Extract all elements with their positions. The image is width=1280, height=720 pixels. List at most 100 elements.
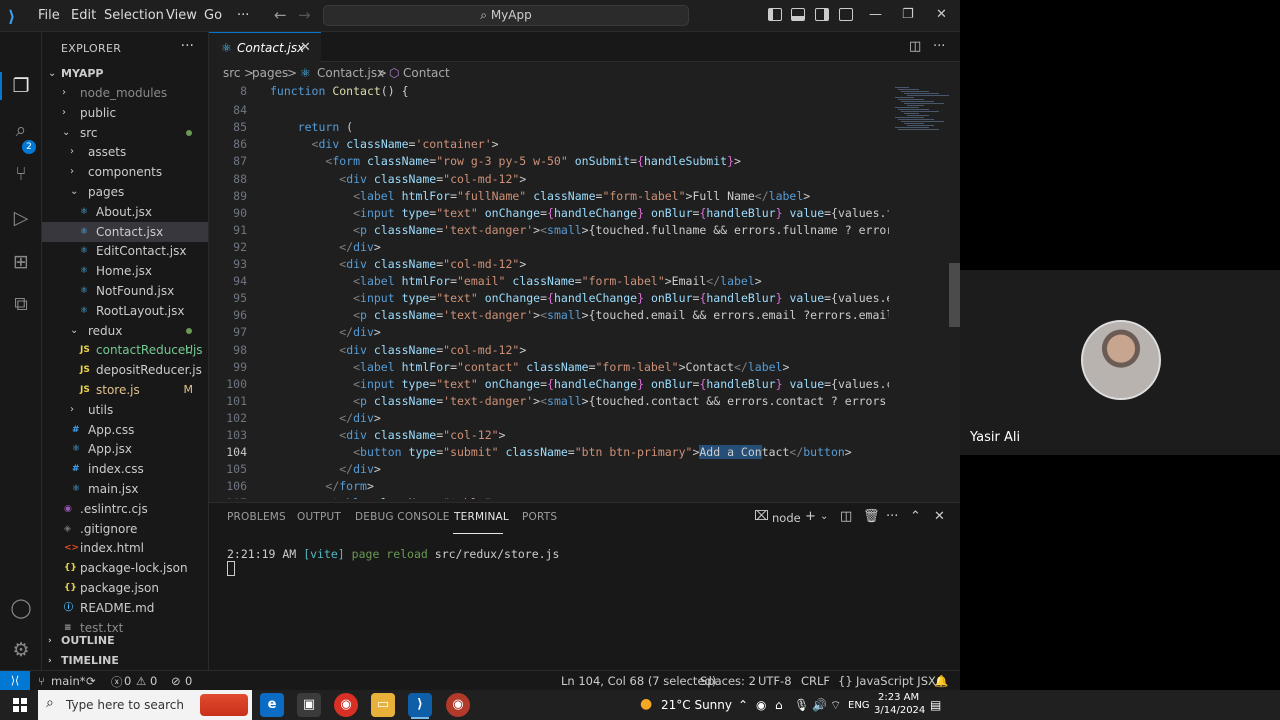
source-control-icon[interactable]: ⑂ [9,162,33,186]
clock-time[interactable]: 2:23 AM [878,692,919,703]
code-line[interactable]: </div> [270,411,381,425]
tray-app-icon[interactable]: ◉ [756,698,766,712]
code-line[interactable]: <form className="row g-3 py-5 w-50" onSu… [270,154,741,168]
breadcrumb-pages[interactable]: pages [252,63,288,83]
breadcrumb-src[interactable]: src [223,63,241,83]
tab-debug-console[interactable]: DEBUG CONSOLE [355,511,450,523]
tree-item[interactable]: ⚛ Contact.jsx [42,221,208,242]
trash-icon[interactable]: 🗑 [863,509,880,524]
tree-item[interactable]: › public [42,103,208,123]
code-line[interactable]: return ( [270,120,353,134]
tree-item[interactable]: # index.css [42,459,208,479]
menu-go[interactable]: Go [204,8,222,23]
chevron-down-icon[interactable]: ⌄ [820,511,828,522]
maximize-panel-icon[interactable]: ⌃ [910,509,921,524]
tree-item[interactable]: ⚛ EditContact.jsx [42,241,208,261]
code-line[interactable]: <input type="text" onChange={handleChang… [270,291,889,305]
encoding[interactable]: UTF-8 [758,674,792,688]
code-line[interactable]: </div> [270,240,381,254]
extensions-icon[interactable]: ⊞ [9,250,33,274]
code-line[interactable]: <div className="col-md-12"> [270,257,526,271]
tray-chevron-icon[interactable]: ⌃ [738,698,748,712]
cursor-position[interactable]: Ln 104, Col 68 (7 selected) [561,674,716,688]
code-line[interactable]: </div> [270,325,381,339]
back-arrow-icon[interactable]: ← [274,6,287,24]
language-mode[interactable]: JavaScript JSX [856,674,936,688]
more-actions-icon[interactable]: ··· [181,38,194,54]
code-line[interactable]: <label htmlFor="contact" className="form… [270,360,789,374]
tree-item[interactable]: ⚛ App.jsx [42,439,208,459]
tray-network-icon[interactable]: ⌂ [775,698,783,712]
code-editor[interactable]: 8 function Contact() {84 85 return (86 <di… [209,83,889,499]
tree-item[interactable]: {} package-lock.json [42,558,208,578]
error-count[interactable]: 0 [124,674,131,688]
tray-speaker-icon[interactable]: 🔊 [812,698,827,712]
menu-more[interactable]: ··· [237,8,249,23]
toggle-panel-icon[interactable] [791,8,805,21]
settings-gear-icon[interactable]: ⚙ [9,638,33,662]
code-line[interactable]: <p className='text-danger'><small>{touch… [270,308,889,322]
search-icon[interactable]: ⌕ [9,118,33,142]
remote-indicator-icon[interactable]: ⟩⟨ [0,671,30,691]
toggle-secondary-sidebar-icon[interactable] [815,8,829,21]
terminal-name[interactable]: node [772,511,801,525]
minimize-button[interactable]: — [869,7,882,22]
sync-icon[interactable]: ⟳ [86,674,96,688]
scrollbar-thumb[interactable] [949,263,960,327]
chrome-icon[interactable]: ◉ [334,693,358,717]
code-line[interactable]: <p className='text-danger'><small>{touch… [270,223,889,237]
code-line[interactable]: <button type="submit" className="btn btn… [270,445,852,460]
code-line[interactable]: <input type="text" onChange={handleChang… [270,206,889,220]
code-line[interactable]: <div className="col-md-12"> [270,172,526,186]
notification-center-icon[interactable]: ▤ [930,698,941,712]
tree-item[interactable]: ⚛ NotFound.jsx [42,281,208,301]
code-line[interactable]: <div className="col-12"> [270,428,505,442]
tree-item[interactable]: JS depositReducer.js [42,360,208,380]
close-panel-icon[interactable]: ✕ [934,509,945,524]
windows-start-icon[interactable] [13,698,27,712]
minimap[interactable] [889,83,949,499]
forward-arrow-icon[interactable]: → [298,6,311,24]
tab-output[interactable]: OUTPUT [297,511,341,523]
tree-item[interactable]: ⚛ main.jsx [42,479,208,499]
command-center-search[interactable]: ⌕ MyApp [323,5,689,26]
tab-contact-jsx[interactable]: ⚛ Contact.jsx ✕ [209,32,321,62]
tab-terminal[interactable]: TERMINAL [454,511,509,523]
menu-selection[interactable]: Selection [104,8,164,23]
code-line[interactable]: <label htmlFor="fullName" className="for… [270,189,810,203]
tree-item[interactable]: ⌄ src [42,123,208,143]
new-terminal-icon[interactable]: + [805,509,816,524]
tree-item[interactable]: ⚛ RootLayout.jsx [42,301,208,321]
customize-layout-icon[interactable] [839,8,853,21]
tree-item[interactable]: ⚛ About.jsx [42,202,208,222]
clock-date[interactable]: 3/14/2024 [874,705,925,716]
notification-bell-icon[interactable]: 🔔 [934,674,948,688]
tray-mic-icon[interactable]: 🎙 [794,698,809,712]
tree-item[interactable]: JS contactReducer.js U [42,340,208,360]
app-icon[interactable]: ▣ [297,693,321,717]
editor-scrollbar[interactable] [949,83,960,499]
code-line[interactable]: <div className='container'> [270,137,499,151]
timeline-section[interactable]: › TIMELINE [42,651,208,671]
code-line[interactable]: function Contact() { [270,84,409,98]
code-line[interactable]: <label htmlFor="email" className="form-l… [270,274,762,288]
branch-name[interactable]: main* [51,674,85,688]
menu-edit[interactable]: Edit [71,8,96,23]
outline-section[interactable]: › OUTLINE [42,631,208,651]
code-line[interactable]: <div className="col-md-12"> [270,343,526,357]
close-tab-icon[interactable]: ✕ [300,40,311,55]
tree-item[interactable]: JS store.js M [42,380,208,400]
tree-item[interactable]: ⌄ redux [42,321,208,341]
language-indicator[interactable]: ENG [848,700,870,711]
weather-text[interactable]: 21°C Sunny [661,698,732,712]
panel-more-icon[interactable]: ··· [886,509,898,524]
code-line[interactable]: <p className='text-danger'><small>{touch… [270,394,889,408]
breadcrumb-file[interactable]: Contact.jsx [317,63,384,83]
run-debug-icon[interactable]: ▷ [9,206,33,230]
chrome-profile-icon[interactable]: ◉ [446,693,470,717]
menu-view[interactable]: View [166,8,197,23]
editor-more-icon[interactable]: ··· [933,39,945,54]
tree-item[interactable]: ⚛ Home.jsx [42,261,208,281]
tree-item[interactable]: ⌄ pages [42,182,208,202]
tree-item[interactable]: {} package.json [42,578,208,598]
